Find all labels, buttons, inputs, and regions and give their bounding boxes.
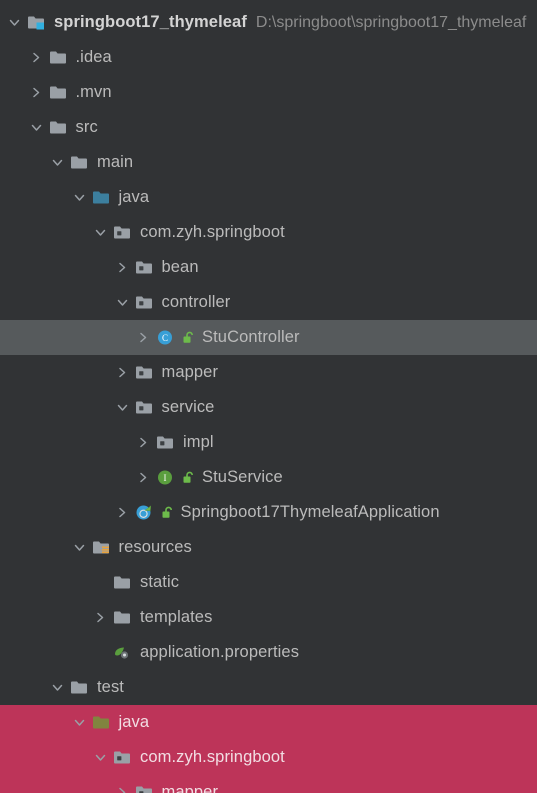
- tree-node[interactable]: controller: [0, 285, 537, 320]
- tree-node-label: mapper: [161, 783, 219, 793]
- tree-node-label: application.properties: [140, 643, 300, 661]
- chevron-down-icon[interactable]: [92, 224, 109, 241]
- public-unlock-icon: [160, 505, 176, 521]
- project-tree[interactable]: springboot17_thymeleaf D:\springboot\spri…: [0, 0, 537, 793]
- java-class-icon: C: [156, 329, 176, 346]
- chevron-down-icon[interactable]: [114, 399, 131, 416]
- tree-node-label: templates: [140, 608, 213, 626]
- folder-icon: [70, 154, 90, 171]
- chevron-right-icon[interactable]: [114, 364, 131, 381]
- chevron-down-icon[interactable]: [49, 679, 66, 696]
- chevron-down-icon[interactable]: [71, 189, 88, 206]
- package-icon: [135, 259, 155, 276]
- resource-root-folder-icon: [92, 539, 112, 556]
- package-icon: [135, 784, 155, 793]
- package-icon: [135, 364, 155, 381]
- folder-icon: [49, 49, 69, 66]
- tree-node-label: springboot17_thymeleaf: [54, 13, 247, 31]
- java-interface-icon: I: [156, 469, 176, 486]
- chevron-right-icon[interactable]: [92, 609, 109, 626]
- chevron-right-icon[interactable]: [28, 84, 45, 101]
- tree-node[interactable]: main: [0, 145, 537, 180]
- tree-node-label: main: [97, 153, 134, 171]
- tree-node[interactable]: springboot17_thymeleaf D:\springboot\spri…: [0, 5, 537, 40]
- chevron-right-icon[interactable]: [135, 329, 152, 346]
- chevron-right-icon[interactable]: [114, 504, 131, 521]
- tree-node-label: com.zyh.springboot: [140, 748, 285, 766]
- tree-node[interactable]: mapper: [0, 355, 537, 390]
- public-unlock-icon: [181, 330, 197, 346]
- tree-node[interactable]: .idea: [0, 40, 537, 75]
- package-icon: [156, 434, 176, 451]
- folder-icon: [113, 574, 133, 591]
- tree-node[interactable]: com.zyh.springboot: [0, 740, 537, 775]
- spring-boot-application-icon: [135, 504, 155, 521]
- tree-node[interactable]: static: [0, 565, 537, 600]
- chevron-down-icon[interactable]: [71, 539, 88, 556]
- tree-node[interactable]: I StuService: [0, 460, 537, 495]
- tree-node[interactable]: Springboot17ThymeleafApplication: [0, 495, 537, 530]
- tree-node[interactable]: test: [0, 670, 537, 705]
- source-root-folder-icon: [92, 189, 112, 206]
- chevron-down-icon[interactable]: [49, 154, 66, 171]
- tree-node[interactable]: service: [0, 390, 537, 425]
- tree-node-label: .mvn: [75, 83, 112, 101]
- tree-node-label: controller: [161, 293, 231, 311]
- folder-icon: [70, 679, 90, 696]
- tree-node-label: resources: [118, 538, 192, 556]
- chevron-right-icon[interactable]: [28, 49, 45, 66]
- chevron-right-icon[interactable]: [135, 469, 152, 486]
- folder-icon: [49, 84, 69, 101]
- public-unlock-icon: [181, 470, 197, 486]
- chevron-down-icon[interactable]: [71, 714, 88, 731]
- project-path: D:\springboot\springboot17_thymeleaf: [255, 13, 527, 31]
- tree-node-label: bean: [161, 258, 199, 276]
- chevron-down-icon[interactable]: [114, 294, 131, 311]
- tree-node-label: static: [140, 573, 180, 591]
- tree-node-label: StuService: [202, 468, 283, 486]
- tree-node[interactable]: C StuController: [0, 320, 537, 355]
- package-icon: [113, 224, 133, 241]
- tree-node-label: mapper: [161, 363, 219, 381]
- tree-node-label: .idea: [75, 48, 112, 66]
- chevron-down-icon[interactable]: [92, 749, 109, 766]
- package-icon: [135, 294, 155, 311]
- chevron-right-icon[interactable]: [135, 434, 152, 451]
- tree-node-label: com.zyh.springboot: [140, 223, 285, 241]
- tree-node[interactable]: impl: [0, 425, 537, 460]
- tree-node[interactable]: src: [0, 110, 537, 145]
- folder-icon: [49, 119, 69, 136]
- svg-text:C: C: [162, 333, 168, 343]
- tree-node[interactable]: templates: [0, 600, 537, 635]
- tree-node[interactable]: application.properties: [0, 635, 537, 670]
- tree-node-label: java: [118, 713, 150, 731]
- tree-node-label: impl: [183, 433, 214, 451]
- chevron-right-icon[interactable]: [114, 259, 131, 276]
- package-icon: [135, 399, 155, 416]
- module-folder-icon: [27, 14, 47, 31]
- package-icon: [113, 749, 133, 766]
- test-source-root-folder-icon: [92, 714, 112, 731]
- tree-node[interactable]: resources: [0, 530, 537, 565]
- chevron-down-icon[interactable]: [6, 14, 23, 31]
- tree-node-label: test: [97, 678, 124, 696]
- tree-node[interactable]: mapper: [0, 775, 537, 793]
- tree-node[interactable]: java: [0, 180, 537, 215]
- tree-node-label: StuController: [202, 328, 300, 346]
- tree-node[interactable]: .mvn: [0, 75, 537, 110]
- tree-node[interactable]: com.zyh.springboot: [0, 215, 537, 250]
- tree-node-label: Springboot17ThymeleafApplication: [180, 503, 440, 521]
- tree-node[interactable]: java: [0, 705, 537, 740]
- svg-text:I: I: [164, 473, 167, 483]
- chevron-right-icon[interactable]: [114, 784, 131, 793]
- tree-node-label: src: [75, 118, 98, 136]
- tree-node[interactable]: bean: [0, 250, 537, 285]
- tree-node-label: service: [161, 398, 215, 416]
- spring-properties-icon: [113, 644, 133, 661]
- chevron-down-icon[interactable]: [28, 119, 45, 136]
- tree-node-label: java: [118, 188, 150, 206]
- folder-icon: [113, 609, 133, 626]
